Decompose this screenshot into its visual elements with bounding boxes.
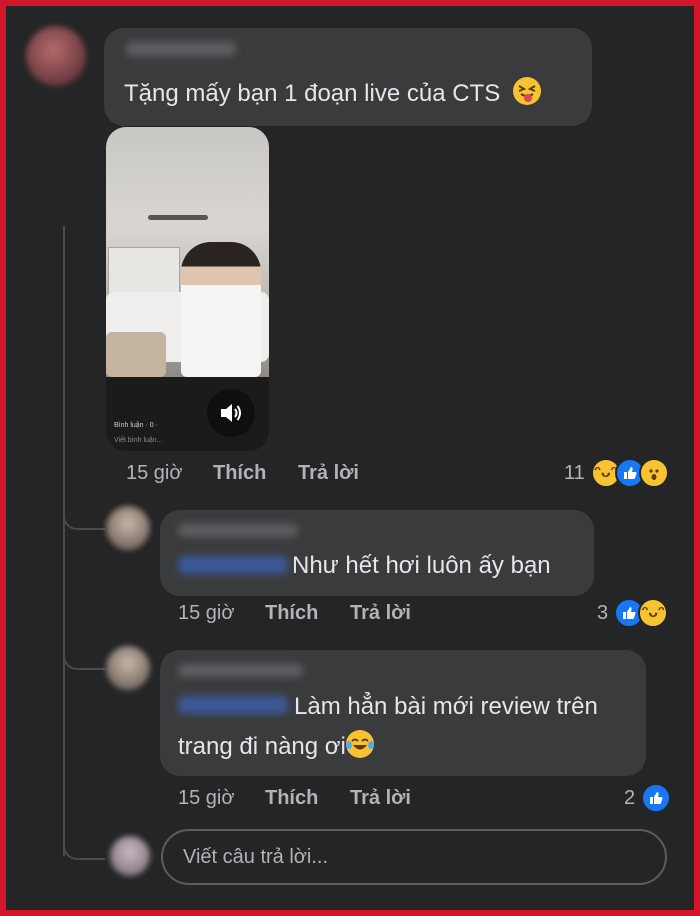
comment-text: Như hết hơi luôn ấy bạn: [292, 552, 551, 579]
avatar[interactable]: [106, 506, 150, 550]
speaker-icon[interactable]: [207, 389, 255, 437]
mention-blurred[interactable]: [178, 696, 288, 714]
reaction-summary[interactable]: 11 ᵔᴗᵔ: [564, 458, 669, 488]
reaction-summary[interactable]: 2: [624, 783, 672, 813]
reply-button[interactable]: Trả lời: [350, 787, 411, 810]
comment-text: Tặng mấy bạn 1 đoạn live của CTS: [124, 75, 541, 113]
video-caption-write: Viết bình luận...: [114, 437, 163, 444]
comment-time[interactable]: 15 giờ: [178, 602, 234, 625]
reply-input-placeholder: Viết câu trả lời...: [183, 845, 329, 868]
reply-button[interactable]: Trả lời: [298, 462, 359, 485]
reaction-count: 2: [624, 786, 636, 809]
reaction-count: 11: [564, 461, 585, 484]
haha-reaction-icon: ᵔᴗᵔ: [638, 598, 669, 628]
comment-thread: Tặng mấy bạn 1 đoạn live của CTS Bình lu…: [6, 6, 694, 910]
author-name-blurred[interactable]: [178, 524, 298, 537]
thread-branch: [63, 646, 105, 670]
comment-bubble: Tặng mấy bạn 1 đoạn live của CTS: [104, 28, 592, 126]
video-attachment[interactable]: Bình luận · 0 · Viết bình luận...: [106, 127, 269, 451]
thread-branch: [63, 506, 105, 530]
avatar[interactable]: [106, 646, 150, 690]
author-name-blurred[interactable]: [178, 664, 303, 677]
reaction-summary[interactable]: 3 ᵔᴗᵔ: [597, 598, 669, 628]
comment-bubble: Làm hẳn bài mới review trên trang đi nàn…: [160, 650, 646, 776]
squinting-tongue-emoji-icon: [512, 77, 541, 105]
author-name-blurred[interactable]: [126, 42, 236, 56]
comment-time[interactable]: 15 giờ: [126, 462, 182, 485]
mention-blurred[interactable]: [178, 556, 288, 574]
reply-button[interactable]: Trả lời: [350, 602, 411, 625]
reaction-count: 3: [597, 601, 609, 624]
blanket: [106, 332, 166, 377]
person: [181, 242, 261, 377]
current-user-avatar[interactable]: [110, 836, 150, 876]
like-button[interactable]: Thích: [265, 602, 318, 625]
video-caption-comments: Bình luận · 0 ·: [114, 422, 158, 429]
thread-line: [63, 226, 65, 856]
like-button[interactable]: Thích: [213, 462, 266, 485]
thread-branch: [63, 836, 105, 860]
comment-text-line-2: trang đi nàng ơi: [178, 728, 374, 766]
like-button[interactable]: Thích: [265, 787, 318, 810]
comment-bubble: Như hết hơi luôn ấy bạn: [160, 510, 594, 596]
avatar[interactable]: [26, 26, 86, 86]
wow-reaction-icon: [638, 458, 669, 488]
reply-input[interactable]: Viết câu trả lời...: [161, 829, 667, 885]
ceiling-fan: [148, 215, 208, 220]
video-frame: [106, 127, 269, 377]
comment-text-line-1: Làm hẳn bài mới review trên: [294, 693, 598, 720]
comment-time[interactable]: 15 giờ: [178, 787, 234, 810]
tears-of-joy-emoji-icon: [345, 730, 374, 758]
like-reaction-icon: [641, 783, 672, 813]
